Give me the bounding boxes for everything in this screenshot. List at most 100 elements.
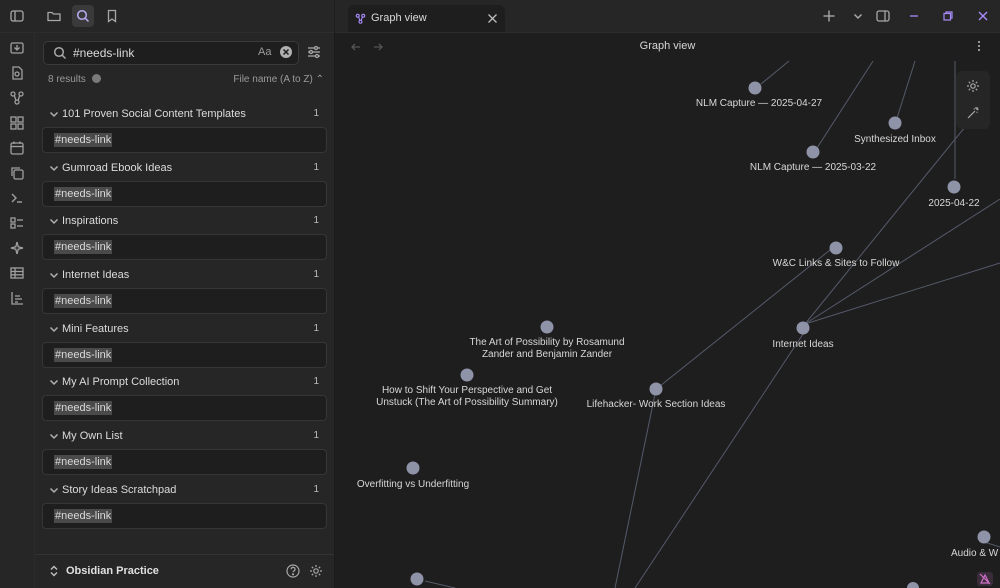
match-text: #needs-link xyxy=(54,294,113,309)
table-icon[interactable] xyxy=(8,264,26,282)
tab-graph-view[interactable]: Graph view xyxy=(348,5,505,32)
node-label: Overfitting vs Underfitting xyxy=(356,479,470,490)
layout-grid-icon[interactable] xyxy=(8,114,26,132)
graph-canvas[interactable]: NLM Capture — 2025-04-27 Synthesized Inb… xyxy=(335,59,1000,588)
chart-icon[interactable] xyxy=(8,289,26,307)
node-label: Internet Ideas xyxy=(772,339,834,350)
animate-wand-icon[interactable] xyxy=(966,106,980,120)
result-header[interactable]: Inspirations 1 xyxy=(35,210,334,232)
more-options-icon[interactable] xyxy=(91,74,101,83)
result-header[interactable]: My Own List 1 xyxy=(35,425,334,447)
node-label: The Art of Possibility by Rosamund Zande… xyxy=(469,337,625,360)
settings-gear-icon[interactable] xyxy=(309,564,323,578)
result-group: Inspirations 1 #needs-link xyxy=(35,208,334,262)
vault-switcher[interactable]: Obsidian Practice xyxy=(35,554,334,588)
node-label: NLM Capture — 2025-03-22 xyxy=(749,162,877,173)
list-icon[interactable] xyxy=(8,214,26,232)
result-match[interactable]: #needs-link xyxy=(42,288,327,315)
results-count: 8 results xyxy=(48,74,86,85)
result-match[interactable]: #needs-link xyxy=(42,502,327,529)
graph-node[interactable] xyxy=(406,461,420,475)
result-count: 1 xyxy=(313,215,319,227)
node-label: 2025-04-22 xyxy=(928,198,980,209)
graph-node[interactable] xyxy=(907,582,919,588)
graph-node[interactable] xyxy=(977,530,991,544)
graph-node[interactable] xyxy=(540,320,554,334)
result-header[interactable]: Mini Features 1 xyxy=(35,318,334,340)
download-icon[interactable] xyxy=(8,39,26,57)
result-match[interactable]: #needs-link xyxy=(42,180,327,207)
graph-node[interactable] xyxy=(649,382,663,396)
result-title: Internet Ideas xyxy=(62,269,130,282)
result-header[interactable]: 101 Proven Social Content Templates 1 xyxy=(35,103,334,125)
graph-node[interactable] xyxy=(947,180,961,194)
graph-settings-gear-icon[interactable] xyxy=(966,79,980,93)
graph-node[interactable] xyxy=(829,241,843,255)
status-indicator-icon[interactable] xyxy=(977,572,993,586)
graph-edge xyxy=(896,60,916,119)
result-count: 1 xyxy=(313,108,319,119)
graph-edge xyxy=(424,580,456,588)
result-title: Mini Features xyxy=(62,322,129,335)
graph-node[interactable] xyxy=(410,572,424,586)
more-options-icon[interactable] xyxy=(973,40,985,52)
graph-node[interactable] xyxy=(888,116,902,130)
sidebar-toggle-icon[interactable] xyxy=(6,5,28,27)
result-count: 1 xyxy=(313,430,319,442)
node-label: Audio & W xyxy=(951,548,999,559)
right-sidebar-toggle-icon[interactable] xyxy=(875,8,891,24)
terminal-icon[interactable] xyxy=(8,189,26,207)
result-header[interactable]: Internet Ideas 1 xyxy=(35,264,334,286)
help-icon[interactable] xyxy=(286,564,300,578)
file-search-icon[interactable] xyxy=(8,64,26,82)
graph-node[interactable] xyxy=(748,81,762,95)
graph-icon[interactable] xyxy=(8,89,26,107)
node-label: How to Shift Your Perspective and Get Un… xyxy=(376,385,558,408)
match-text: #needs-link xyxy=(54,401,113,416)
graph-node[interactable] xyxy=(806,145,820,159)
tab-list-chevron-icon[interactable] xyxy=(850,8,866,24)
clear-search-icon[interactable] xyxy=(280,46,292,58)
view-header: Graph view xyxy=(335,33,1000,59)
sparkles-icon[interactable] xyxy=(8,239,26,257)
folder-icon[interactable] xyxy=(43,5,65,27)
search-input[interactable] xyxy=(73,44,223,62)
search-settings-icon[interactable] xyxy=(306,44,322,60)
left-ribbon xyxy=(0,33,35,588)
sort-dropdown[interactable]: File name (A to Z) ⌃ xyxy=(233,74,324,85)
restore-icon[interactable] xyxy=(940,8,956,24)
result-count: 1 xyxy=(313,483,319,495)
graph-edge xyxy=(659,249,831,387)
graph-node[interactable] xyxy=(796,321,810,335)
match-case-toggle[interactable]: Aa xyxy=(258,46,271,58)
result-count: 1 xyxy=(313,376,319,388)
tab-bar: Graph view xyxy=(335,0,1000,33)
result-match[interactable]: #needs-link xyxy=(42,127,327,153)
result-match[interactable]: #needs-link xyxy=(42,341,327,368)
chevron-down-icon xyxy=(49,273,59,279)
calendar-icon[interactable] xyxy=(8,139,26,157)
match-text: #needs-link xyxy=(54,455,113,470)
result-group: My AI Prompt Collection 1 #needs-link xyxy=(35,369,334,423)
new-tab-icon[interactable] xyxy=(821,8,837,24)
result-header[interactable]: Story Ideas Scratchpad 1 xyxy=(35,479,334,501)
result-count: 1 xyxy=(313,269,319,281)
copy-icon[interactable] xyxy=(8,164,26,182)
result-match[interactable]: #needs-link xyxy=(42,234,327,261)
result-header[interactable]: My AI Prompt Collection 1 xyxy=(35,371,334,393)
result-match[interactable]: #needs-link xyxy=(42,395,327,422)
view-title: Graph view xyxy=(639,40,696,52)
close-icon[interactable] xyxy=(487,13,498,24)
bookmark-icon[interactable] xyxy=(101,5,123,27)
graph-node[interactable] xyxy=(460,368,474,382)
ribbon-top xyxy=(0,0,334,33)
search-icon[interactable] xyxy=(72,5,94,27)
node-label: Synthesized Inbox xyxy=(854,134,936,145)
minimize-icon[interactable] xyxy=(906,8,922,24)
result-header[interactable]: Gumroad Ebook Ideas 1 xyxy=(35,157,334,179)
result-match[interactable]: #needs-link xyxy=(42,449,327,476)
node-label: W&C Links & Sites to Follow xyxy=(772,258,900,269)
result-count: 1 xyxy=(313,322,319,334)
graph-controls xyxy=(956,71,990,129)
close-window-icon[interactable] xyxy=(975,8,991,24)
